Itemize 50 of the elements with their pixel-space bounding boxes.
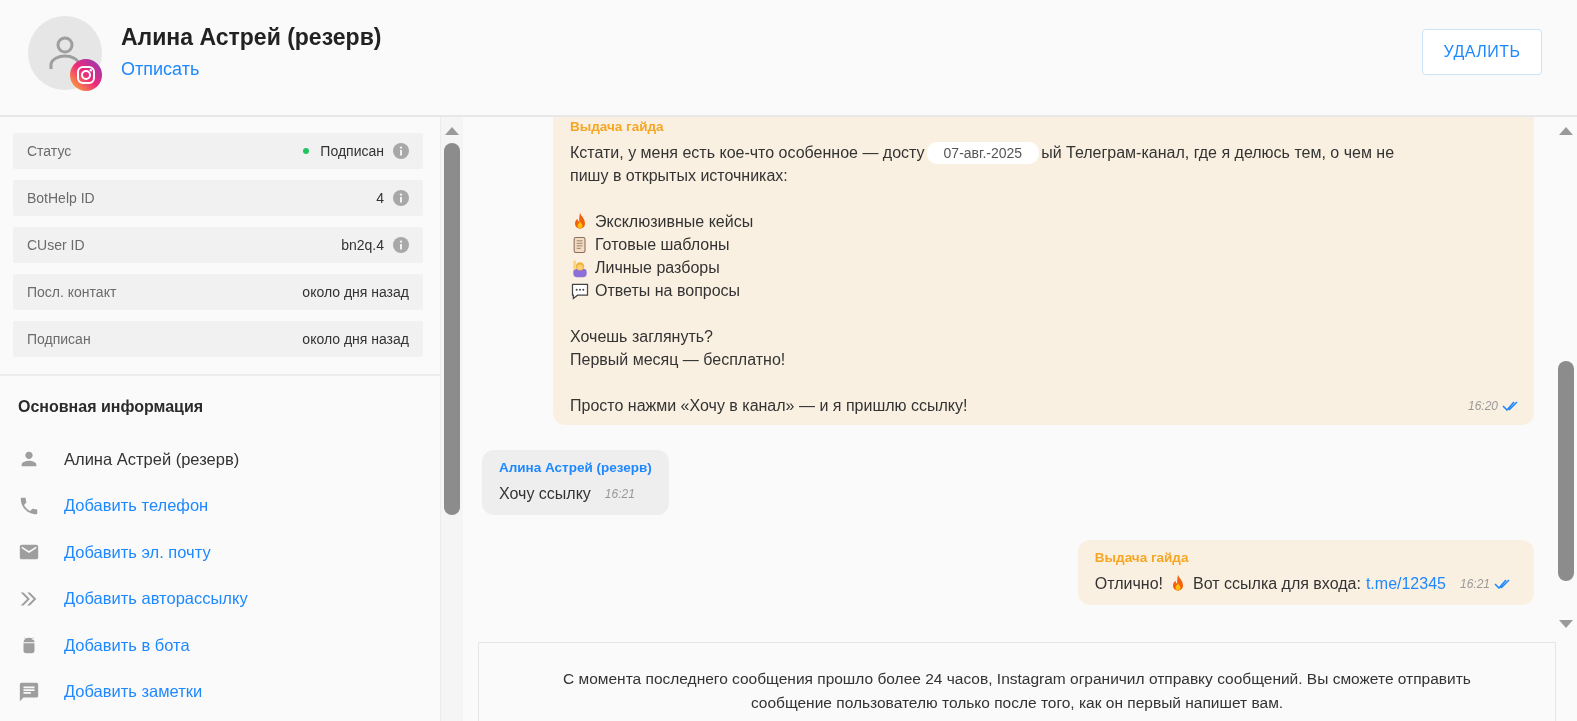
instagram-icon — [70, 59, 102, 91]
message-text: ый Телеграм-канал, где я делюсь тем, о чем не — [1041, 143, 1395, 162]
contact-full-name: Алина Астрей (резерв) — [64, 449, 240, 469]
attribute-value: Подписан — [320, 143, 384, 159]
scroll-down-arrow-icon — [1558, 620, 1573, 628]
attribute-value: bn2q.4 — [341, 237, 384, 253]
message-text: Первый месяц — бесплатно! — [570, 350, 786, 369]
section-title: Основная информация — [17, 397, 205, 417]
attribute-label: BotHelp ID — [27, 190, 96, 206]
scrollbar-thumb[interactable] — [1557, 361, 1574, 581]
delete-button[interactable]: УДАЛИТЬ — [1422, 28, 1542, 75]
note-icon — [18, 680, 40, 703]
message-link[interactable]: t.me/12345 — [1365, 574, 1446, 593]
add-link[interactable]: Добавить авторассылку — [64, 589, 248, 609]
add-link[interactable]: Добавить в бота — [64, 635, 190, 655]
attribute-label: CUser ID — [27, 237, 86, 253]
message-text: Вот ссылка для входа: — [1193, 574, 1361, 593]
contact-name: Алина Астрей (резерв) — [121, 23, 382, 51]
attribute-value: около дня назад — [302, 284, 409, 300]
unsubscribe-link[interactable]: Отписать — [121, 58, 382, 80]
scrollbar-thumb[interactable] — [444, 143, 460, 515]
message-text: Ответы на вопросы — [595, 281, 741, 300]
attribute-value: около дня назад — [302, 331, 409, 347]
sender-name: Выдача гайда — [570, 119, 664, 134]
scroll-up-arrow-icon — [1558, 127, 1573, 135]
message-time: 16:20 — [1467, 399, 1498, 413]
message-text: Кстати, у меня есть кое-что особенное — досту — [570, 143, 925, 162]
scroll-up-arrow-icon — [445, 127, 459, 135]
message-time: 16:21 — [1459, 576, 1490, 591]
sender-name: Алина Астрей (резерв) — [499, 460, 652, 475]
message-text: Личные разборы — [595, 258, 720, 277]
add-link[interactable]: Добавить заметки — [64, 682, 203, 702]
message-text: Отлично! — [1094, 574, 1164, 593]
attribute-value: 4 — [376, 190, 384, 206]
add-link[interactable]: Добавить эл. почту — [64, 542, 211, 562]
notice-text: С момента последнего сообщения прошло более 24 часов, Instagram ограничил отправку сообщений. Вы сможете отправить сообщение пользователю только после того, как он первый напишет вам. — [562, 669, 1472, 713]
sender-name: Выдача гайда — [1094, 550, 1189, 565]
message-text: Готовые шаблоны — [595, 235, 730, 254]
message-text: Хочешь заглянуть? — [570, 327, 713, 346]
message-text: Просто нажми «Хочу в канал» — и я пришлю ссылку! — [570, 396, 968, 415]
attribute-label: Посл. контакт — [27, 284, 118, 300]
scrollbar[interactable] — [440, 117, 463, 721]
date-chip: 07-авг.-2025 — [926, 141, 1040, 164]
message-text: пишу в открытых источниках: — [570, 166, 788, 185]
message-time: 16:21 — [604, 486, 635, 501]
message-text: Эксклюзивные кейсы — [595, 212, 754, 231]
attribute-label: Статус — [27, 143, 73, 159]
add-link[interactable]: Добавить телефон — [64, 496, 209, 516]
message-text: Хочу ссылку — [499, 484, 591, 503]
attribute-label: Подписан — [27, 331, 92, 347]
